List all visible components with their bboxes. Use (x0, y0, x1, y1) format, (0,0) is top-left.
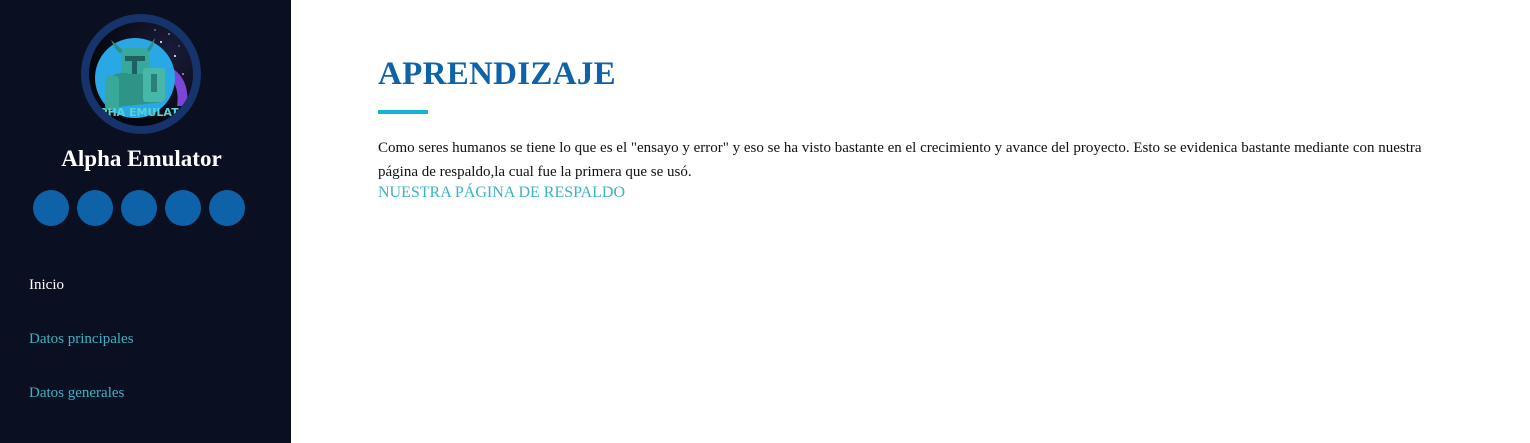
svg-text:PHA EMULAT: PHA EMULAT (99, 106, 179, 119)
nav-item-datos-generales[interactable]: Datos generales (29, 385, 124, 402)
nav-item-datos-principales[interactable]: Datos principales (29, 331, 134, 348)
social-icon-1[interactable] (33, 190, 69, 226)
social-icon-3[interactable] (121, 190, 157, 226)
page-title: APRENDIZAJE (378, 56, 616, 92)
avatar[interactable]: PHA EMULAT (81, 14, 201, 134)
site-name: Alpha Emulator (61, 146, 222, 171)
social-icon-5[interactable] (209, 190, 245, 226)
sidebar: PHA EMULAT Alpha Emulator Inicio Datos p… (0, 0, 291, 443)
intro-paragraph: Como seres humanos se tiene lo que es el… (378, 140, 1422, 180)
social-links (33, 190, 245, 226)
backup-page-link[interactable]: NUESTRA PÁGINA DE RESPALDO (378, 184, 625, 202)
social-icon-2[interactable] (77, 190, 113, 226)
title-underline (378, 110, 428, 114)
knight-logo-icon: PHA EMULAT (95, 29, 188, 119)
social-icon-4[interactable] (165, 190, 201, 226)
nav-item-inicio[interactable]: Inicio (29, 277, 64, 294)
